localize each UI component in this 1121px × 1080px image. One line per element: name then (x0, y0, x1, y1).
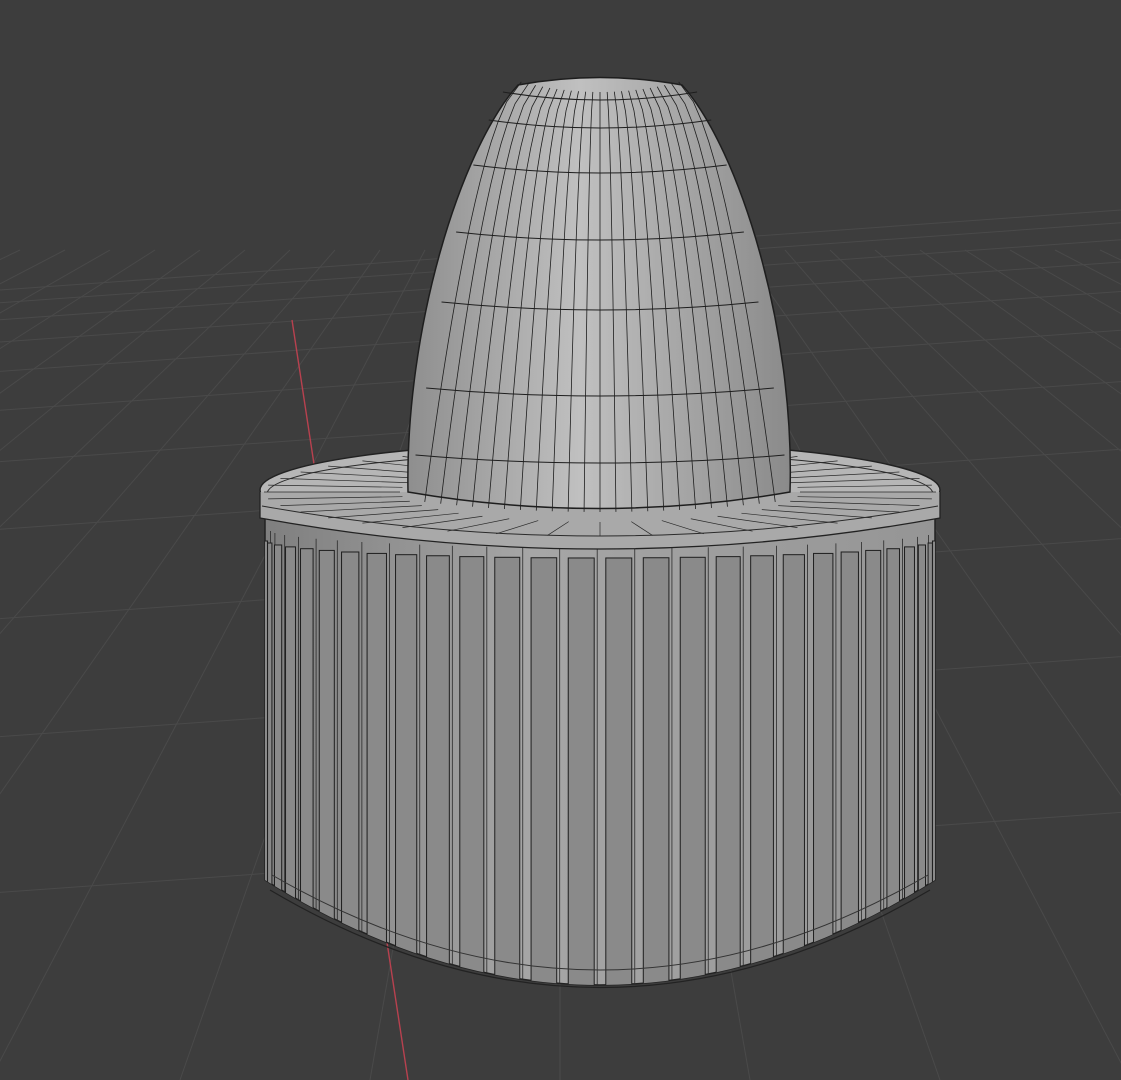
cylinder-slot (267, 542, 273, 904)
cylinder-slot (395, 554, 418, 972)
cylinder-slot (782, 554, 805, 972)
cylinder-slot (750, 555, 774, 978)
cylinder-slot (318, 549, 335, 947)
cylinder-slot (865, 549, 882, 947)
cylinder-slot (426, 555, 450, 978)
cylinder-body (264, 499, 936, 986)
3d-viewport[interactable] (0, 0, 1121, 1080)
cylinder-slot (273, 544, 283, 915)
slotted-cylinder-base[interactable] (259, 441, 941, 1000)
cylinder-slot (567, 557, 595, 985)
cylinder-slot (679, 556, 706, 985)
cylinder-slot (886, 548, 900, 937)
cylinder-slot (300, 548, 314, 937)
cylinder-slot (904, 546, 915, 926)
cylinder-slot (285, 546, 296, 926)
cylinder-slot (840, 551, 859, 956)
cylinder-slot (715, 556, 741, 983)
cylinder-slot (366, 552, 387, 964)
cylinder-slot (917, 544, 927, 915)
cylinder-slot (341, 551, 360, 956)
cylinder-slot (459, 556, 485, 983)
cylinder-slot (605, 557, 633, 985)
cylinder-slot (927, 542, 933, 904)
cylinder-slot (642, 557, 670, 985)
cylinder-slot (813, 552, 834, 964)
cylinder-slot (494, 556, 521, 985)
cylinder-slot (530, 557, 558, 985)
